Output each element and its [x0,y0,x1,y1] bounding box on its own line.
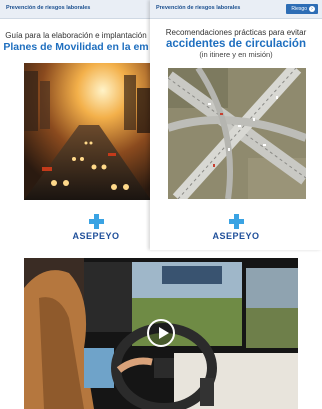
right-logo-name: ASEPEYO [212,231,260,241]
left-document-header: Prevención de riesgos laborales [0,0,152,19]
arrow-right-icon: › [309,6,315,12]
riesgo-button[interactable]: Riesgo › [286,4,318,14]
right-title-line2: accidentes de circulación [166,38,306,50]
left-asepeyo-logo: ASEPEYO [66,214,126,241]
left-header-label: Prevención de riesgos laborales [6,5,91,11]
left-logo-name: ASEPEYO [72,231,120,241]
right-title-line1: Recomendaciones prácticas para evitar [165,28,307,37]
right-asepeyo-logo: ASEPEYO [206,214,266,241]
asepeyo-cross-icon [228,214,244,229]
right-highway-photo [168,68,306,199]
right-header-label: Prevención de riesgos laborales [156,5,241,11]
left-document-card[interactable]: Prevención de riesgos laborales Guía par… [0,0,152,250]
right-document-card[interactable]: Prevención de riesgos laborales Riesgo ›… [150,0,322,250]
left-title-line2: Planes de Movilidad en la em [3,41,149,53]
play-icon[interactable] [147,319,175,347]
left-title-line1: Guía para la elaboración e implantación [5,31,147,40]
left-traffic-photo [24,63,151,200]
asepeyo-cross-icon [88,214,104,229]
right-title-line3: (in itinere y en misión) [199,50,273,59]
right-document-header: Prevención de riesgos laborales Riesgo › [150,0,322,19]
riesgo-button-label: Riesgo [291,6,307,12]
